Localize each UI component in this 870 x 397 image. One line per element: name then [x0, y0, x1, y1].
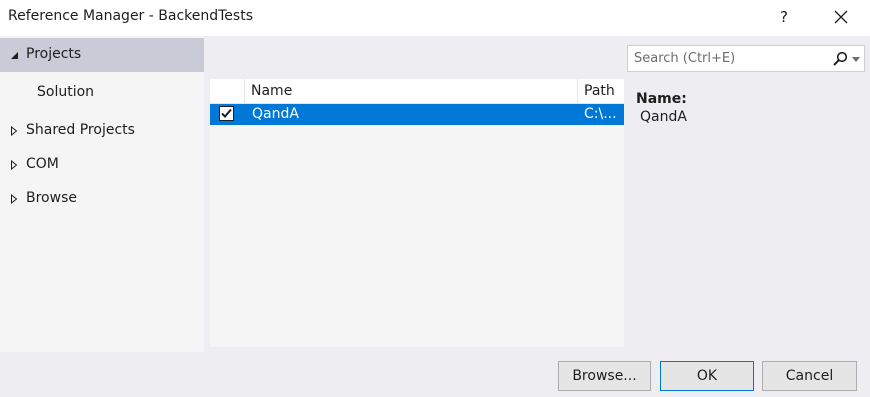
sidebar-item-label: COM — [26, 156, 59, 172]
column-header-label: Name — [251, 83, 293, 99]
details-value: QandA — [640, 109, 687, 125]
row-checkbox[interactable] — [219, 106, 234, 121]
details-label: Name: — [636, 91, 687, 107]
details-panel: Name: QandA — [636, 91, 856, 125]
sidebar-item-com[interactable]: COM — [0, 148, 204, 182]
collapsed-arrow-icon — [11, 194, 18, 204]
sidebar-item-shared-projects[interactable]: Shared Projects — [0, 114, 204, 148]
sidebar-item-label: Projects — [26, 46, 82, 62]
grid-header: Name Path — [210, 79, 624, 104]
header-check-column — [210, 79, 245, 103]
title-bar: Reference Manager - BackendTests ? — [0, 0, 870, 36]
sidebar-item-solution[interactable]: Solution — [0, 76, 204, 110]
search-icon[interactable] — [832, 51, 848, 67]
dropdown-arrow-icon[interactable] — [852, 57, 860, 62]
expanded-arrow-icon — [11, 52, 18, 59]
projects-grid: Name Path QandA C:\... — [210, 79, 624, 347]
search-box — [627, 45, 865, 72]
table-row[interactable]: QandA C:\... — [210, 104, 624, 125]
sidebar-item-label: Shared Projects — [26, 122, 135, 138]
collapsed-arrow-icon — [11, 126, 18, 136]
window-title: Reference Manager - BackendTests — [8, 8, 253, 24]
close-button[interactable] — [828, 4, 854, 30]
column-header-path[interactable]: Path — [579, 79, 624, 103]
sidebar-item-label: Browse — [26, 190, 77, 206]
ok-button[interactable]: OK — [660, 361, 754, 391]
search-input[interactable] — [629, 47, 830, 70]
row-path: C:\... — [584, 106, 617, 122]
sidebar: Projects Solution Shared Projects COM Br… — [0, 36, 204, 352]
sidebar-item-projects[interactable]: Projects — [0, 38, 204, 72]
row-name: QandA — [252, 106, 299, 122]
close-icon — [834, 10, 848, 24]
help-button[interactable]: ? — [773, 6, 795, 28]
column-header-label: Path — [584, 83, 615, 99]
checkmark-icon — [221, 108, 232, 118]
sidebar-item-label: Solution — [37, 84, 95, 100]
collapsed-arrow-icon — [11, 160, 18, 170]
cancel-button[interactable]: Cancel — [762, 361, 857, 391]
browse-button[interactable]: Browse... — [558, 361, 651, 391]
sidebar-item-browse[interactable]: Browse — [0, 182, 204, 216]
column-header-name[interactable]: Name — [246, 79, 578, 103]
